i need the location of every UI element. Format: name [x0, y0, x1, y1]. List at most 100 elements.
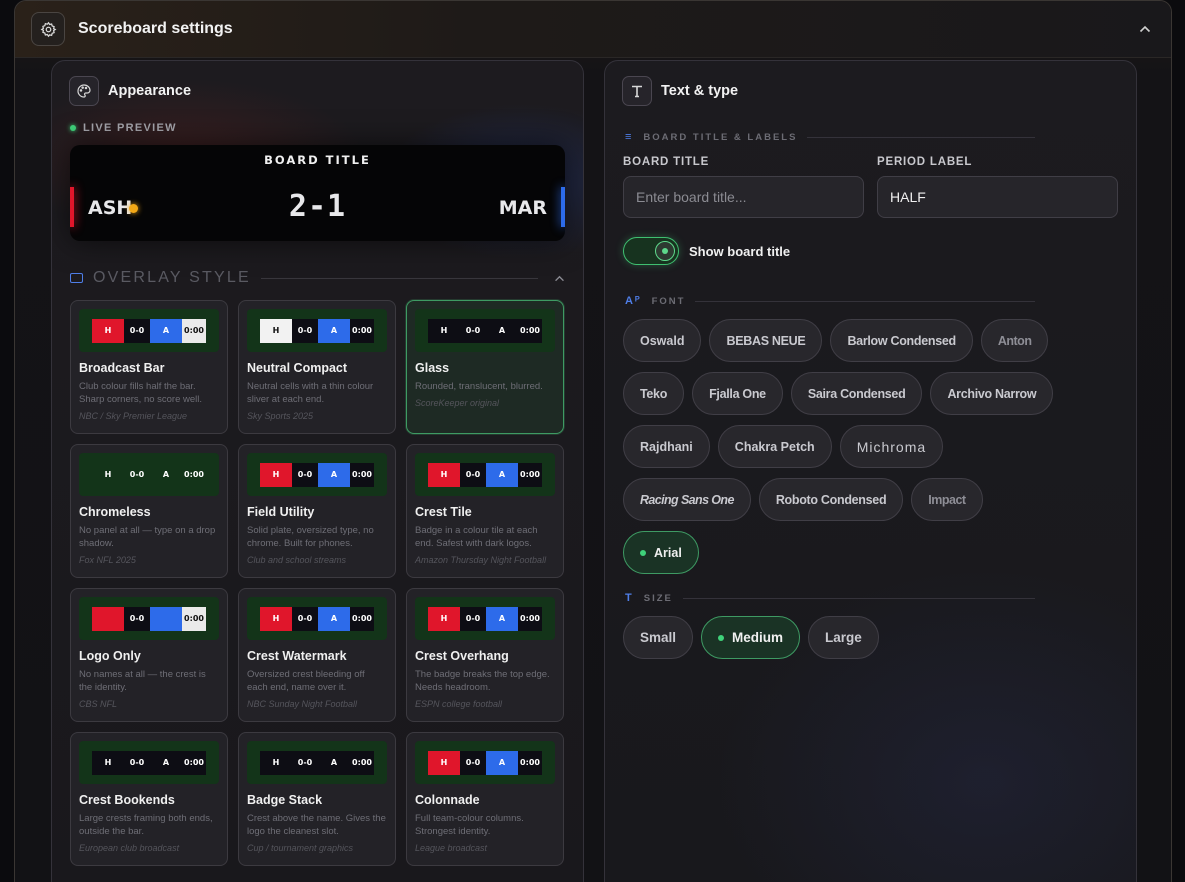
style-description: No names at all — the crest is the ident… — [79, 669, 206, 693]
font-option[interactable]: Arial — [623, 531, 699, 574]
text-type-title: Text & type — [661, 83, 739, 99]
size-options: Small Medium Large — [623, 616, 1063, 659]
style-source: League broadcast — [415, 843, 488, 853]
overlay-style-card[interactable]: H 0-0 A 0:00 Crest Tile Badge in a colour til… — [406, 444, 564, 578]
palette-icon — [69, 76, 99, 106]
font-option[interactable]: Fjalla One — [692, 372, 783, 415]
mini-scoreboard: 0-0 0:00 — [92, 606, 206, 631]
style-thumbnail: H 0-0 A 0:00 — [79, 453, 219, 496]
font-option[interactable]: Barlow Condensed — [830, 319, 973, 362]
font-option[interactable]: Archivo Narrow — [930, 372, 1054, 415]
style-description: Large crests framing both ends, outside … — [79, 813, 213, 837]
overlay-style-card[interactable]: H 0-0 A 0:00 Field Utility Solid plate, overs… — [238, 444, 396, 578]
font-option[interactable]: BEBAS NEUE — [709, 319, 823, 362]
font-option[interactable]: Saira Condensed — [790, 372, 923, 415]
overlay-style-card[interactable]: 0-0 0:00 Logo Only No names at all — the cr… — [70, 588, 228, 722]
style-source: Fox NFL 2025 — [79, 555, 136, 565]
size-option[interactable]: Small — [623, 616, 694, 659]
style-name: Crest Watermark — [247, 649, 347, 663]
style-name: Glass — [415, 361, 450, 375]
chevron-up-icon[interactable] — [1135, 19, 1155, 39]
style-source: Club and school streams — [247, 555, 347, 565]
overlay-style-card[interactable]: H 0-0 A 0:00 Neutral Compact Neutral cells wi… — [238, 300, 396, 434]
board-title-label: BOARD TITLE — [623, 156, 710, 168]
period-label-input[interactable] — [877, 176, 1118, 218]
overlay-style-card[interactable]: H 0-0 A 0:00 Crest Bookends Large crests fram… — [70, 732, 228, 866]
overlay-style-card[interactable]: H 0-0 A 0:00 Broadcast Bar Club colour fills … — [70, 300, 228, 434]
period-label-label: PERIOD LABEL — [877, 156, 973, 168]
style-thumbnail: H 0-0 A 0:00 — [79, 309, 219, 352]
show-board-title-toggle[interactable] — [623, 237, 679, 265]
overlay-style-grid: H 0-0 A 0:00 Broadcast Bar Club colour fills … — [70, 300, 564, 866]
board-title-input[interactable] — [623, 176, 864, 218]
text-type-panel: Text & type ≡ BOARD TITLE & LABELS BOARD… — [604, 60, 1137, 882]
style-thumbnail: H 0-0 A 0:00 — [247, 309, 387, 352]
style-name: Crest Overhang — [415, 649, 509, 663]
font-options: Oswald BEBAS NEUE Barlow Condensed Anton Tek… — [623, 319, 1063, 574]
preview-board-title: BOARD TITLE — [264, 153, 371, 167]
font-option[interactable]: Michroma — [839, 425, 944, 468]
font-option[interactable]: Rajdhani — [623, 425, 710, 468]
font-option[interactable]: Impact — [911, 478, 983, 521]
size-option[interactable]: Medium — [701, 616, 801, 659]
divider — [695, 300, 1035, 302]
style-source: Amazon Thursday Night Football — [415, 555, 547, 565]
preview-score: 2-1 — [288, 189, 347, 224]
live-preview-label: LIVE PREVIEW — [70, 122, 583, 134]
overlay-style-card[interactable]: H 0-0 A 0:00 Crest Overhang The badge breaks … — [406, 588, 564, 722]
divider — [682, 597, 1035, 599]
overlay-style-card[interactable]: H 0-0 A 0:00 Chromeless No panel at all — typ… — [70, 444, 228, 578]
section-label: SIZE — [643, 592, 673, 604]
style-name: Colonnade — [415, 793, 480, 807]
settings-title: Scoreboard settings — [78, 20, 233, 37]
font-option[interactable]: Anton — [980, 319, 1049, 362]
font-option[interactable]: Chakra Petch — [717, 425, 832, 468]
font-option[interactable]: Teko — [623, 372, 685, 415]
style-name: Crest Bookends — [79, 793, 175, 807]
style-name: Badge Stack — [247, 793, 323, 807]
style-description: Oversized crest bleeding off each end, n… — [247, 669, 365, 693]
preview-away-team: MAR — [498, 197, 547, 219]
style-thumbnail: H 0-0 A 0:00 — [415, 309, 555, 352]
style-source: Cup / tournament graphics — [247, 843, 354, 853]
font-option[interactable]: Roboto Condensed — [758, 478, 904, 521]
font-option[interactable]: Racing Sans One — [623, 478, 751, 521]
appearance-panel: Appearance LIVE PREVIEW BOARD TITLE ASH … — [51, 60, 584, 882]
mini-scoreboard: H 0-0 A 0:00 — [260, 318, 374, 343]
style-thumbnail: H 0-0 A 0:00 — [247, 597, 387, 640]
toggle-knob — [655, 241, 675, 261]
style-source: ESPN college football — [415, 699, 503, 709]
style-description: No panel at all — type on a drop shadow. — [79, 525, 216, 549]
chevron-up-icon[interactable] — [554, 271, 565, 285]
font-icon: Aᴾ — [625, 295, 642, 307]
style-thumbnail: H 0-0 A 0:00 — [415, 453, 555, 496]
appearance-title: Appearance — [108, 83, 192, 99]
overlay-style-card[interactable]: H 0-0 A 0:00 Glass Rounded, translucent, blur… — [406, 300, 564, 434]
font-option[interactable]: Oswald — [623, 319, 702, 362]
overlay-style-card[interactable]: H 0-0 A 0:00 Colonnade Full team-colour colum… — [406, 732, 564, 866]
style-description: Crest above the name. Gives the logo the… — [247, 813, 386, 837]
text-type-icon — [622, 76, 652, 106]
style-source: NBC Sunday Night Football — [247, 699, 358, 709]
style-source: Sky Sports 2025 — [247, 411, 314, 421]
size-option[interactable]: Large — [808, 616, 879, 659]
mini-scoreboard: H 0-0 A 0:00 — [428, 750, 542, 775]
style-description: Solid plate, oversized type, no chrome. … — [247, 525, 374, 549]
live-dot-icon — [70, 125, 76, 131]
style-name: Chromeless — [79, 505, 151, 519]
style-description: The badge breaks the top edge. Needs hea… — [415, 669, 550, 693]
overlay-style-header[interactable]: OVERLAY STYLE — [70, 269, 565, 287]
style-thumbnail: 0-0 0:00 — [79, 597, 219, 640]
style-source: CBS NFL — [79, 699, 118, 709]
mini-scoreboard: H 0-0 A 0:00 — [92, 750, 206, 775]
settings-header[interactable]: Scoreboard settings — [15, 1, 1171, 58]
overlay-style-card[interactable]: H 0-0 A 0:00 Badge Stack Crest above the name… — [238, 732, 396, 866]
text-size-icon: T — [625, 592, 634, 604]
section-label: BOARD TITLE & LABELS — [643, 131, 798, 143]
mini-scoreboard: H 0-0 A 0:00 — [92, 318, 206, 343]
style-description: Club colour fills half the bar. Sharp co… — [79, 381, 203, 405]
style-name: Neutral Compact — [247, 361, 348, 375]
overlay-style-card[interactable]: H 0-0 A 0:00 Crest Watermark Oversized crest … — [238, 588, 396, 722]
mini-scoreboard: H 0-0 A 0:00 — [428, 462, 542, 487]
mini-scoreboard: H 0-0 A 0:00 — [428, 318, 542, 343]
